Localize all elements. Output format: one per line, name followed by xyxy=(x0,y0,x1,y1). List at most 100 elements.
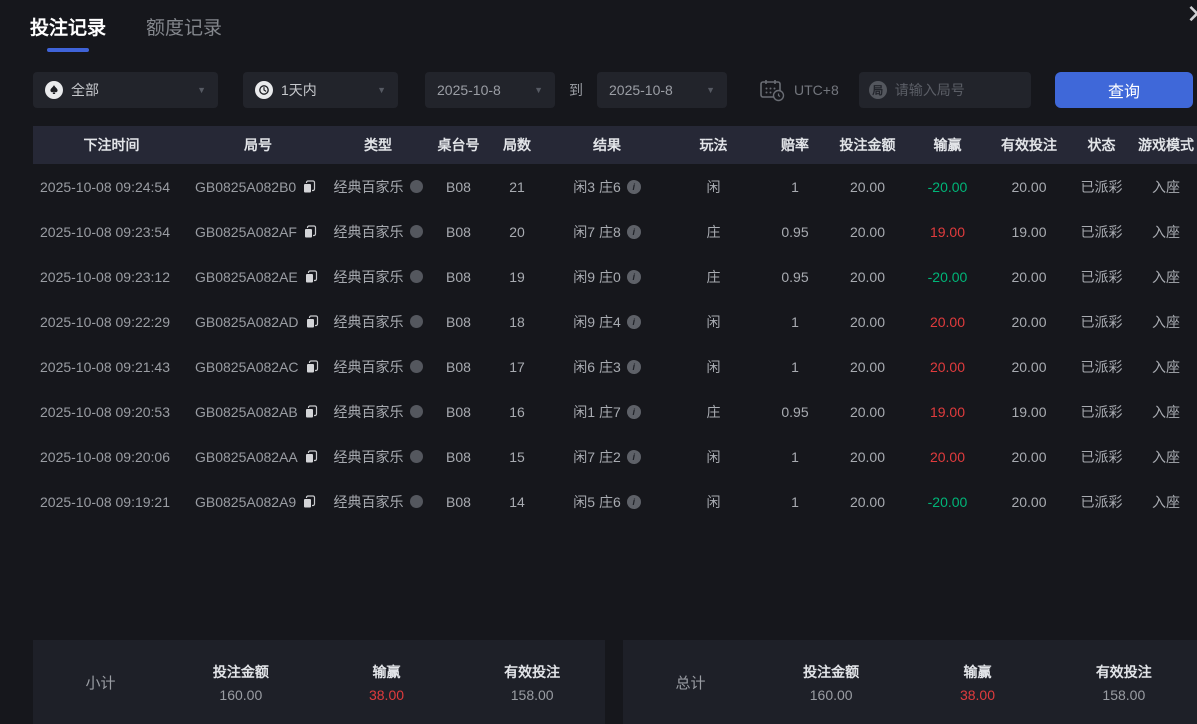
table-row[interactable]: 2025-10-08 09:23:12 GB0825A082AE 经典百家乐 B… xyxy=(33,254,1197,299)
column-header: 输赢 xyxy=(933,137,962,153)
odds-value: 0.95 xyxy=(781,268,809,285)
round-id: GB0825A082AC xyxy=(195,358,299,375)
round-count: 16 xyxy=(509,403,525,420)
odds-value: 1 xyxy=(791,313,799,330)
tab-bar: 投注记录 额度记录 xyxy=(30,13,222,50)
game-type-name: 经典百家乐 xyxy=(333,493,404,510)
calendar-clock-icon[interactable] xyxy=(759,78,786,102)
summary-item: 投注金额 160.00 xyxy=(168,662,314,703)
summary-item-value: 160.00 xyxy=(219,686,263,703)
status-value: 已派彩 xyxy=(1080,448,1123,465)
game-info-icon xyxy=(409,315,423,328)
close-icon[interactable]: ✕ xyxy=(1186,2,1197,28)
summary-item-value: 38.00 xyxy=(368,686,405,703)
summary-item-value: 38.00 xyxy=(959,686,996,703)
win-loss-value: 20.00 xyxy=(929,448,966,465)
table-row[interactable]: 2025-10-08 09:20:53 GB0825A082AB 经典百家乐 B… xyxy=(33,389,1197,434)
play-type: 闲 xyxy=(706,448,721,465)
result-info-icon[interactable]: i xyxy=(626,314,641,329)
table-row[interactable]: 2025-10-08 09:19:21 GB0825A082A9 经典百家乐 B… xyxy=(33,479,1197,524)
round-id-cell: GB0825A082AA xyxy=(190,449,326,465)
play-type: 闲 xyxy=(706,358,721,375)
table-number: B08 xyxy=(446,448,471,465)
round-id: GB0825A082A9 xyxy=(195,493,297,510)
game-type-name: 经典百家乐 xyxy=(333,268,404,285)
date-from-select[interactable]: 2025-10-8 ▼ xyxy=(425,72,555,108)
table-row[interactable]: 2025-10-08 09:20:06 GB0825A082AA 经典百家乐 B… xyxy=(33,434,1197,479)
win-loss-value: 19.00 xyxy=(929,223,966,240)
table-number: B08 xyxy=(446,313,471,330)
play-type: 闲 xyxy=(706,178,721,195)
game-mode-value: 入座 xyxy=(1152,178,1180,195)
table-number: B08 xyxy=(446,178,471,195)
copy-icon[interactable] xyxy=(302,179,316,194)
summary-item-label: 输赢 xyxy=(372,663,401,680)
copy-icon[interactable] xyxy=(304,269,318,284)
result-value: 闲9 庄4 xyxy=(573,313,621,330)
result-info-icon[interactable]: i xyxy=(626,494,641,509)
summary-item-value: 158.00 xyxy=(1102,686,1146,703)
date-to-select[interactable]: 2025-10-8 ▼ xyxy=(597,72,727,108)
column-header: 局号 xyxy=(244,137,272,153)
game-type-select[interactable]: 全部 ▼ xyxy=(33,72,218,108)
win-loss-value: 19.00 xyxy=(929,403,966,420)
result-info-icon[interactable]: i xyxy=(626,404,641,419)
round-count: 21 xyxy=(509,178,525,195)
round-id: GB0825A082AA xyxy=(195,448,298,465)
bet-amount: 20.00 xyxy=(849,358,886,375)
tab-bet-records[interactable]: 投注记录 xyxy=(30,13,106,50)
valid-bet-amount: 20.00 xyxy=(1011,268,1047,285)
summary-item: 输赢 38.00 xyxy=(904,662,1050,703)
summary-item-label: 有效投注 xyxy=(1095,663,1152,680)
result-info-icon[interactable]: i xyxy=(626,179,641,194)
copy-icon[interactable] xyxy=(304,404,318,419)
play-type: 闲 xyxy=(706,493,721,510)
game-mode-value: 入座 xyxy=(1152,268,1180,285)
copy-icon[interactable] xyxy=(305,359,319,374)
summary-item: 有效投注 158.00 xyxy=(459,662,605,703)
copy-icon[interactable] xyxy=(302,494,316,509)
round-count: 14 xyxy=(509,493,525,510)
table-row[interactable]: 2025-10-08 09:24:54 GB0825A082B0 经典百家乐 B… xyxy=(33,164,1197,209)
win-loss-value: -20.00 xyxy=(927,493,968,510)
query-button[interactable]: 查询 xyxy=(1055,72,1193,108)
result-info-icon[interactable]: i xyxy=(626,359,641,374)
result-info-icon[interactable]: i xyxy=(626,224,641,239)
copy-icon[interactable] xyxy=(304,449,318,464)
bet-amount: 20.00 xyxy=(849,268,886,285)
win-loss-value: -20.00 xyxy=(927,268,968,285)
game-type-name: 经典百家乐 xyxy=(333,313,404,330)
result-value: 闲9 庄0 xyxy=(573,268,621,285)
game-info-icon xyxy=(409,180,423,193)
game-mode-value: 入座 xyxy=(1152,403,1180,420)
odds-value: 1 xyxy=(791,178,799,195)
column-header: 桌台号 xyxy=(437,137,480,153)
summary-label: 总计 xyxy=(675,674,706,692)
table-row[interactable]: 2025-10-08 09:22:29 GB0825A082AD 经典百家乐 B… xyxy=(33,299,1197,344)
round-number-icon: 局 xyxy=(868,81,887,99)
copy-icon[interactable] xyxy=(303,224,317,239)
table-number: B08 xyxy=(446,403,471,420)
game-mode-value: 入座 xyxy=(1152,313,1180,330)
result-info-icon[interactable]: i xyxy=(626,269,641,284)
round-count: 18 xyxy=(509,313,525,330)
table-row[interactable]: 2025-10-08 09:21:43 GB0825A082AC 经典百家乐 B… xyxy=(33,344,1197,389)
clock-icon xyxy=(255,81,273,99)
status-value: 已派彩 xyxy=(1080,178,1123,195)
round-number-input[interactable] xyxy=(894,82,1021,98)
column-header: 有效投注 xyxy=(1001,137,1057,153)
time-range-select[interactable]: 1天内 ▼ xyxy=(243,72,398,108)
round-id-cell: GB0825A082AC xyxy=(190,359,326,375)
bet-amount: 20.00 xyxy=(849,223,886,240)
result-info-icon[interactable]: i xyxy=(626,449,641,464)
chevron-down-icon: ▼ xyxy=(197,85,206,95)
tab-quota-records[interactable]: 额度记录 xyxy=(146,13,222,50)
status-value: 已派彩 xyxy=(1080,268,1123,285)
game-type-name: 经典百家乐 xyxy=(333,358,404,375)
summary-item: 投注金额 160.00 xyxy=(758,662,904,703)
copy-icon[interactable] xyxy=(305,314,319,329)
table-row[interactable]: 2025-10-08 09:23:54 GB0825A082AF 经典百家乐 B… xyxy=(33,209,1197,254)
status-value: 已派彩 xyxy=(1080,358,1123,375)
status-value: 已派彩 xyxy=(1080,313,1123,330)
play-type: 庄 xyxy=(706,403,721,420)
